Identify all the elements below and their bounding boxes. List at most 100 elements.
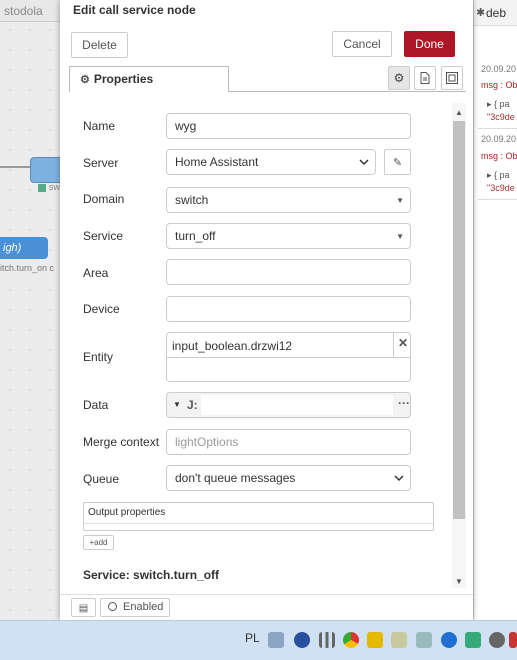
data-typed-input[interactable]: ▼ J: ··· <box>166 392 411 418</box>
tab-properties[interactable]: ⚙ Properties <box>69 66 229 92</box>
node-help-button[interactable]: ▤ <box>71 598 96 617</box>
chip-divider <box>393 333 394 357</box>
flow-wire <box>0 166 30 168</box>
appearance-tab-button[interactable] <box>441 66 463 90</box>
bluetooth-icon[interactable] <box>441 632 457 648</box>
chrome-icon[interactable] <box>343 632 359 648</box>
node-status-text: sw <box>49 182 60 192</box>
more-icon[interactable]: ··· <box>398 391 410 415</box>
description-tab-button[interactable] <box>414 66 436 90</box>
workspace-tab[interactable]: stodola <box>0 0 64 22</box>
queue-select[interactable]: don't queue messages <box>166 465 411 491</box>
entity-chip: input_boolean.drzwi12 ✕ <box>167 333 410 358</box>
merge-context-label: Merge context <box>83 435 160 449</box>
tab-properties-label: Properties <box>93 72 154 86</box>
scrollbar-thumb[interactable] <box>453 121 465 519</box>
flow-node-service[interactable]: igh) <box>0 237 48 259</box>
device-input[interactable] <box>166 296 411 322</box>
node-sublabel: itch.turn_on c <box>0 263 55 273</box>
add-button-label: add <box>94 538 108 547</box>
debug-date: 20.09.20 <box>481 134 517 144</box>
cancel-button[interactable]: Cancel <box>332 31 392 57</box>
entity-input[interactable]: input_boolean.drzwi12 ✕ <box>166 332 411 382</box>
name-input[interactable]: wyg <box>166 113 411 139</box>
area-input[interactable] <box>166 259 411 285</box>
debug-string: "3c9de <box>487 112 515 122</box>
debug-object[interactable]: ▸ { pa <box>487 170 510 181</box>
debug-sidebar: ✱ deb 20.09.20 msg : Ob ▸ { pa "3c9de 20… <box>473 0 517 620</box>
data-label: Data <box>83 398 109 412</box>
service-value: turn_off <box>175 229 216 243</box>
pencil-icon: ✎ <box>392 157 403 169</box>
enabled-toggle[interactable]: Enabled <box>100 598 170 617</box>
output-properties-label: Output properties <box>88 507 166 518</box>
service-heading: Service: switch.turn_off <box>83 568 220 582</box>
signal-icon[interactable] <box>319 632 335 648</box>
footer-divider <box>60 594 473 595</box>
keyboard-icon[interactable] <box>268 632 284 648</box>
book-icon: ▤ <box>78 603 89 614</box>
scroll-up-icon[interactable]: ▲ <box>455 108 463 117</box>
debug-msg[interactable]: msg : Ob <box>481 151 517 161</box>
device-label: Device <box>83 302 120 316</box>
bug-icon: ✱ <box>476 7 486 19</box>
app-tray-icon[interactable] <box>391 632 407 648</box>
dialog-title: Edit call service node <box>73 3 196 17</box>
app-tray-icon[interactable] <box>465 632 481 648</box>
debug-separator <box>478 199 517 200</box>
enabled-label: Enabled <box>123 601 164 613</box>
service-label: Service <box>83 229 124 243</box>
flow-node[interactable] <box>30 157 62 183</box>
volume-icon[interactable] <box>509 632 517 648</box>
domain-label: Domain <box>83 192 125 206</box>
close-icon[interactable]: ✕ <box>398 336 408 350</box>
debug-separator <box>478 128 517 129</box>
network-icon[interactable] <box>416 632 432 648</box>
debug-msg[interactable]: msg : Ob <box>481 80 517 90</box>
workspace-tab-label: stodola <box>4 4 43 18</box>
caret-down-icon: ▼ <box>396 196 404 205</box>
delete-button[interactable]: Delete <box>71 32 128 58</box>
output-properties-list: Output properties <box>83 502 434 531</box>
service-input[interactable]: turn_off ▼ <box>166 223 411 249</box>
chevron-down-icon <box>394 475 404 482</box>
debug-tab[interactable]: ✱ deb <box>474 0 517 26</box>
scroll-down-icon[interactable]: ▼ <box>455 577 463 586</box>
frame-icon <box>446 72 458 84</box>
debug-string: "3c9de <box>487 183 515 193</box>
add-button[interactable]: +add <box>83 535 114 550</box>
debug-object[interactable]: ▸ { pa <box>487 99 510 110</box>
data-value[interactable] <box>201 395 393 415</box>
domain-value: switch <box>175 193 209 207</box>
edit-server-button[interactable]: ✎ <box>384 149 411 175</box>
debug-tab-label: deb <box>486 6 507 20</box>
caret-down-icon[interactable]: ▼ <box>173 393 181 417</box>
chevron-down-icon <box>359 159 369 166</box>
flow-canvas[interactable] <box>0 0 60 620</box>
entity-chip-label: input_boolean.drzwi12 <box>172 339 293 353</box>
queue-label: Queue <box>83 472 120 486</box>
app-tray-icon[interactable] <box>367 632 383 648</box>
node-status-dot <box>38 184 46 192</box>
domain-input[interactable]: switch ▼ <box>166 187 411 213</box>
circle-icon <box>108 602 117 611</box>
server-label: Server <box>83 156 119 170</box>
settings-tray-icon[interactable] <box>489 632 505 648</box>
entity-label: Entity <box>83 350 114 364</box>
merge-context-input[interactable]: lightOptions <box>166 429 411 455</box>
settings-tab-button[interactable]: ⚙ <box>388 66 410 90</box>
debug-date: 20.09.20 <box>481 64 517 74</box>
gear-icon: ⚙ <box>393 71 405 85</box>
area-label: Area <box>83 266 109 280</box>
output-properties-header: Output properties <box>84 503 433 524</box>
caret-down-icon: ▼ <box>396 232 404 241</box>
json-type-label: J: <box>187 398 198 412</box>
done-button[interactable]: Done <box>404 31 455 57</box>
language-indicator[interactable]: PL <box>245 631 260 645</box>
app-tray-icon[interactable] <box>294 632 310 648</box>
name-label: Name <box>83 119 116 133</box>
server-select-value: Home Assistant <box>175 155 259 169</box>
node-label: igh) <box>3 242 22 254</box>
document-icon <box>420 72 430 84</box>
server-select[interactable]: Home Assistant <box>166 149 376 175</box>
